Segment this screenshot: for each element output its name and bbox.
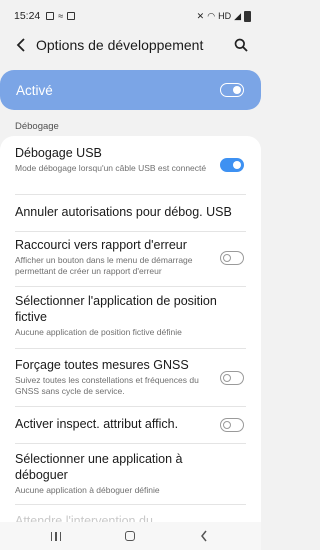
setting-force-gnss[interactable]: Forçage toutes mesures GNSS Suivez toute… [0, 349, 261, 406]
setting-bug-report-shortcut[interactable]: Raccourci vers rapport d'erreur Afficher… [0, 232, 261, 287]
status-time: 15:24 [14, 10, 41, 22]
battery-icon [244, 10, 251, 22]
setting-revoke-usb-auth[interactable]: Annuler autorisations pour débog. USB [0, 195, 261, 230]
page-title: Options de développement [36, 37, 204, 53]
setting-title: Raccourci vers rapport d'erreur [15, 238, 187, 252]
signal-icon: ◢ [234, 10, 241, 21]
status-bar: 15:24 ≈ ✕ ◠ HD ◢ [0, 0, 261, 32]
mute-icon: ✕ [196, 10, 205, 21]
app-notification-icon [67, 12, 76, 20]
setting-subtitle: Aucune application à déboguer définie [15, 485, 160, 495]
setting-title: Activer inspect. attribut affich. [15, 417, 179, 431]
cast-notification-icon: ≈ [58, 11, 64, 21]
nav-back-button[interactable] [194, 528, 214, 544]
settings-list: Débogage USB Mode débogage lorsqu'un câb… [0, 136, 261, 526]
wifi-icon: ◠ [207, 10, 216, 21]
arrow-back-icon [16, 38, 25, 52]
setting-subtitle: Mode débogage lorsqu'un câble USB est co… [15, 163, 207, 173]
setting-subtitle: Afficher un bouton dans le menu de démar… [15, 255, 193, 276]
master-switch-toggle[interactable] [220, 83, 244, 97]
recents-icon [50, 531, 62, 541]
search-button[interactable] [231, 35, 251, 55]
system-icons: ✕ ◠ HD ◢ [196, 10, 251, 22]
recents-button[interactable] [46, 528, 66, 544]
usb-debugging-toggle[interactable] [220, 158, 244, 172]
setting-title: Débogage USB [15, 146, 102, 160]
setting-mock-location-app[interactable]: Sélectionner l'application de position f… [0, 287, 261, 347]
setting-debug-app[interactable]: Sélectionner une application à déboguer … [0, 444, 261, 504]
setting-subtitle: Aucune application de position fictive d… [15, 327, 182, 337]
gallery-notification-icon [46, 12, 55, 20]
master-switch-row[interactable]: Activé [0, 70, 261, 110]
setting-subtitle: Suivez toutes les constellations et fréq… [15, 375, 199, 396]
setting-view-attribute-inspection[interactable]: Activer inspect. attribut affich. [0, 407, 261, 443]
navigation-bar [0, 522, 261, 550]
section-header-debugging: Débogage [15, 121, 59, 132]
force-gnss-toggle[interactable] [220, 371, 244, 385]
setting-title: Forçage toutes mesures GNSS [15, 358, 189, 372]
app-header: Options de développement [0, 30, 261, 60]
setting-title: Annuler autorisations pour débog. USB [15, 205, 232, 219]
notification-icons: ≈ [46, 11, 76, 21]
search-icon [234, 38, 248, 52]
view-attribute-inspection-toggle[interactable] [220, 418, 244, 432]
setting-title: Sélectionner une application à déboguer [15, 452, 183, 482]
master-switch-label: Activé [16, 82, 53, 98]
bug-report-shortcut-toggle[interactable] [220, 251, 244, 265]
hd-label: HD [218, 11, 232, 21]
back-button[interactable] [12, 35, 30, 55]
nav-back-icon [201, 530, 207, 542]
home-button[interactable] [120, 528, 140, 544]
setting-title: Sélectionner l'application de position f… [15, 294, 217, 324]
home-icon [125, 531, 135, 541]
setting-usb-debugging[interactable]: Débogage USB Mode débogage lorsqu'un câb… [0, 136, 261, 194]
